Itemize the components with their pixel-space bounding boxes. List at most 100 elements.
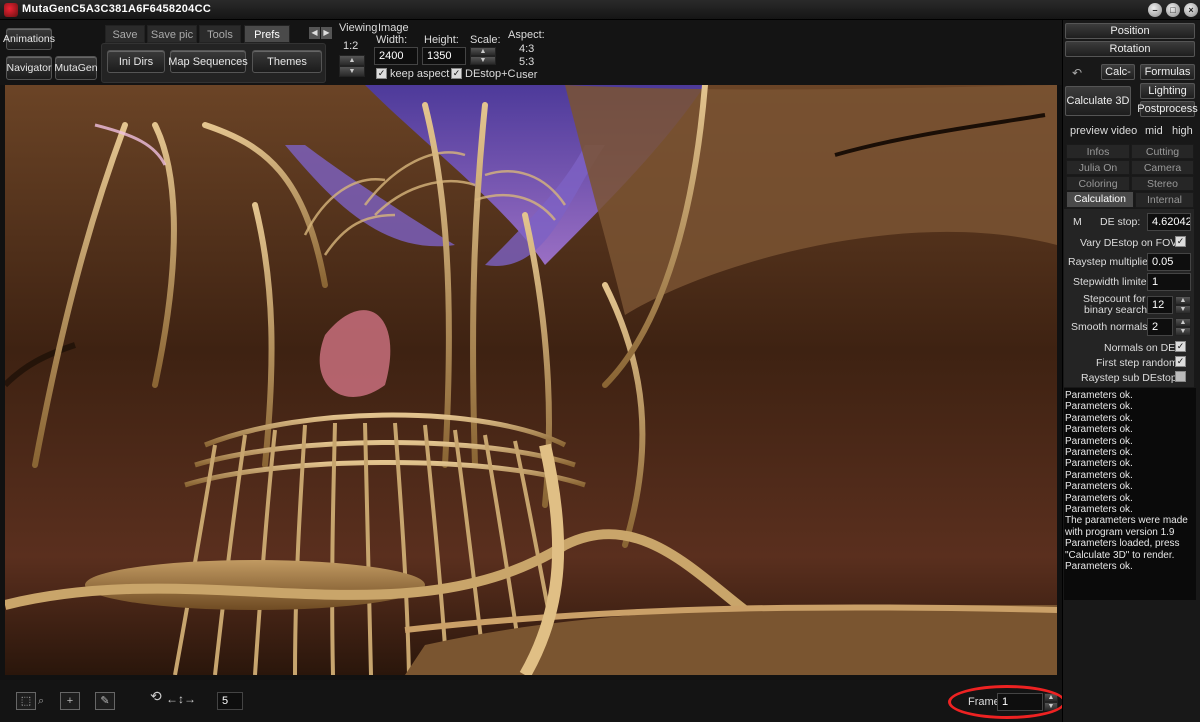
render-viewport[interactable]	[5, 85, 1057, 675]
tab-tools[interactable]: Tools	[199, 25, 241, 43]
step-input[interactable]: 5	[217, 692, 243, 710]
tab-save[interactable]: Save	[105, 25, 145, 43]
move-arrows-icon[interactable]: ←↕→	[166, 692, 196, 706]
navigator-button[interactable]: Navigator	[6, 56, 52, 80]
log-line: Parameters ok.	[1065, 561, 1133, 573]
quality-high[interactable]: high	[1172, 125, 1193, 137]
window-title: MutaGenC5A3C381A6F6458204CC	[22, 3, 212, 15]
log-line: The parameters were made	[1065, 515, 1188, 527]
log-line: Parameters ok.	[1065, 469, 1133, 481]
close-icon[interactable]: ×	[1184, 3, 1198, 17]
maximize-icon[interactable]: □	[1166, 3, 1180, 17]
raystep-multiplier-input[interactable]: 0.05	[1147, 253, 1191, 271]
tab-julia-on[interactable]: Julia On	[1066, 160, 1130, 175]
quality-video[interactable]: video	[1111, 125, 1137, 137]
vary-destop-label: Vary DEstop on FOV:	[1080, 237, 1180, 249]
rotate-icon[interactable]: ⟲	[150, 688, 162, 705]
postprocess-button[interactable]: Postprocess	[1137, 101, 1198, 117]
quality-preview[interactable]: preview	[1070, 125, 1108, 137]
stepcount-spinner[interactable]: ▲ ▼	[1175, 296, 1191, 314]
quality-mid[interactable]: mid	[1145, 125, 1163, 137]
stepwidth-limiter-label: Stepwidth limiter:	[1073, 276, 1153, 288]
tab-infos[interactable]: Infos	[1066, 144, 1130, 159]
title-bar: MutaGenC5A3C381A6F6458204CC – □ ×	[0, 0, 1200, 20]
tab-internal[interactable]: Internal	[1135, 192, 1194, 208]
log-line: Parameters ok.	[1065, 492, 1133, 504]
image-label: Image	[378, 22, 409, 34]
tab-prefs[interactable]: Prefs	[244, 25, 290, 43]
stepcount-input[interactable]: 12	[1147, 296, 1173, 314]
destop-c-label: DEstop+C	[465, 68, 516, 80]
log-line: Parameters ok.	[1065, 390, 1133, 401]
pen-icon[interactable]: ✎	[95, 692, 115, 710]
vary-destop-checkbox[interactable]: ✓	[1175, 236, 1186, 247]
keep-aspect-label: keep aspect	[390, 68, 450, 80]
log-line: Parameters ok.	[1065, 458, 1133, 470]
message-log: Parameters ok. Parameters ok. Parameters o…	[1064, 388, 1196, 600]
stepcount-label-line2: binary search:	[1084, 304, 1150, 316]
mutagen-button[interactable]: MutaGen	[54, 56, 98, 80]
themes-button[interactable]: Themes	[252, 50, 322, 73]
scale-label: Scale:	[470, 34, 501, 46]
log-line: Parameters ok.	[1065, 504, 1133, 516]
normals-on-de-checkbox[interactable]: ✓	[1175, 341, 1186, 352]
log-line: "Calculate 3D" to render.	[1065, 549, 1175, 561]
map-sequences-button[interactable]: Map Sequences	[168, 50, 248, 73]
log-line: Parameters ok.	[1065, 412, 1133, 424]
scale-spinner[interactable]: ▲ ▼	[470, 47, 496, 65]
viewing-label: Viewing	[339, 22, 378, 34]
tab-scroll-left-icon[interactable]: ◀	[309, 27, 320, 39]
viewing-ratio-spinner[interactable]: ▲ ▼	[339, 55, 365, 77]
position-button[interactable]: Position	[1065, 23, 1195, 39]
log-line: Parameters ok.	[1065, 447, 1133, 459]
tab-camera[interactable]: Camera	[1131, 160, 1194, 175]
destop-c-checkbox[interactable]: ✓	[451, 68, 462, 79]
raystep-sub-destop-checkbox[interactable]: ✓	[1175, 371, 1186, 382]
rotation-button[interactable]: Rotation	[1065, 41, 1195, 57]
aspect-4-3[interactable]: 4:3	[519, 43, 534, 55]
ini-dirs-button[interactable]: Ini Dirs	[107, 50, 165, 73]
raystep-sub-destop-label: Raystep sub DEstop:	[1081, 372, 1180, 384]
aspect-user[interactable]: user	[516, 69, 537, 81]
lighting-button[interactable]: Lighting	[1140, 83, 1195, 99]
mandelbulb-app-icon	[4, 3, 18, 17]
tab-cutting[interactable]: Cutting	[1131, 144, 1194, 159]
tab-coloring[interactable]: Coloring	[1066, 176, 1130, 191]
tab-stereo[interactable]: Stereo	[1131, 176, 1194, 191]
log-line: Parameters ok.	[1065, 481, 1133, 493]
height-label: Height:	[424, 34, 459, 46]
tab-calculation[interactable]: Calculation	[1066, 191, 1134, 208]
crosshair-icon[interactable]: +	[60, 692, 80, 710]
log-line: Parameters ok.	[1065, 435, 1133, 447]
select-region-icon[interactable]: ⬚	[16, 692, 36, 710]
de-stop-label: DE stop:	[1100, 216, 1141, 228]
frame-highlight-annotation	[948, 685, 1066, 719]
width-label: Width:	[376, 34, 408, 46]
log-line: Parameters loaded, press	[1065, 538, 1180, 550]
log-line: Parameters ok.	[1065, 424, 1133, 436]
log-line: with program version 1.9	[1065, 526, 1175, 538]
minimize-icon[interactable]: –	[1148, 3, 1162, 17]
smooth-normals-input[interactable]: 2	[1147, 318, 1173, 336]
stepwidth-limiter-input[interactable]: 1	[1147, 273, 1191, 291]
keep-aspect-checkbox[interactable]: ✓	[376, 68, 387, 79]
calc-button[interactable]: Calc-	[1101, 64, 1135, 80]
fractal-render-image	[5, 85, 1057, 675]
first-step-random-checkbox[interactable]: ✓	[1175, 356, 1186, 367]
tab-save-pic[interactable]: Save pic	[147, 25, 197, 43]
formulas-button[interactable]: Formulas	[1140, 64, 1195, 80]
calculate-3d-button[interactable]: Calculate 3D	[1065, 86, 1131, 116]
raystep-multiplier-label: Raystep multiplier:	[1068, 256, 1155, 268]
m-label: M	[1073, 216, 1082, 228]
width-input[interactable]: 2400	[374, 47, 418, 65]
de-stop-input[interactable]: 4.62042	[1147, 213, 1191, 231]
zoom-icon[interactable]: ⌕	[38, 695, 44, 708]
log-line: Parameters ok.	[1065, 401, 1133, 413]
tab-scroll-right-icon[interactable]: ▶	[321, 27, 332, 39]
animations-button[interactable]: Animations	[3, 28, 55, 50]
undo-icon[interactable]: ↶	[1072, 66, 1082, 80]
height-input[interactable]: 1350	[422, 47, 466, 65]
aspect-5-3[interactable]: 5:3	[519, 56, 534, 68]
smooth-normals-spinner[interactable]: ▲ ▼	[1175, 318, 1191, 336]
smooth-normals-label: Smooth normals:	[1071, 321, 1151, 333]
